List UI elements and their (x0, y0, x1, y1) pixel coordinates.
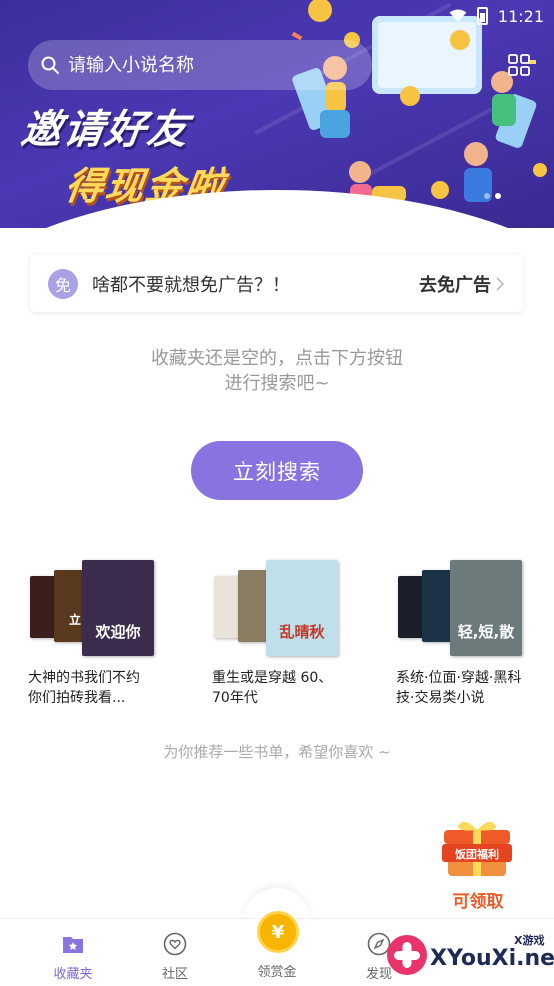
booklist-card[interactable]: 乱晴秋 重生或是穿越 60、 70年代 (212, 558, 352, 708)
search-now-button[interactable]: 立刻搜索 (191, 441, 363, 500)
heart-chat-icon (163, 932, 187, 956)
bookshelf-icon (63, 937, 83, 953)
gift-badge-text: 饭团福利 (455, 848, 499, 861)
tab-rewards[interactable]: 领赏金 (237, 961, 317, 980)
booklist-title: 大神的书我们不约 你们拍砖我看... (28, 670, 140, 706)
status-time: 11:21 (497, 6, 544, 26)
promo-banner[interactable]: 11:21 邀请好友 得现金啦 (0, 0, 554, 228)
empty-message-line1: 收藏夹还是空的，点击下方按钮 (151, 348, 403, 369)
booklist-title: 重生或是穿越 60、 70年代 (212, 670, 333, 706)
remove-ads-link[interactable]: 去免广告 (419, 271, 491, 297)
chevron-right-icon (496, 276, 505, 291)
ad-free-card[interactable]: 免 啥都不要就想免广告？！ 去免广告 (30, 255, 523, 312)
carousel-dots (484, 193, 501, 199)
banner-headline: 邀请好友 (18, 107, 193, 153)
search-icon (41, 56, 59, 74)
watermark-brand: XYouXi.net (430, 946, 554, 971)
status-bar: 11:21 (449, 4, 544, 28)
site-watermark: X游戏 XYouXi.net (384, 930, 554, 980)
yuan-coin-icon[interactable]: ¥ (257, 911, 299, 953)
empty-message-line2: 进行搜索吧~ (224, 373, 330, 394)
wifi-icon (449, 9, 467, 22)
ad-free-text: 啥都不要就想免广告？！ (92, 274, 290, 296)
booklist-covers: 乱晴秋 (212, 558, 352, 658)
recommend-caption: 为你推荐一些书单，希望你喜欢 ~ (163, 743, 391, 761)
booklist-title: 系统·位面·穿越·黑科 技·交易类小说 (396, 670, 522, 706)
ad-free-badge: 免 (48, 268, 78, 299)
search-input[interactable] (68, 54, 348, 76)
gift-claim-label: 可领取 (452, 892, 504, 912)
book-cover: 欢迎你 (82, 560, 154, 656)
gift-widget[interactable]: 饭团福利 可领取 (430, 810, 528, 912)
booklist-covers: 立 欢迎你 (28, 558, 168, 658)
booklist-card[interactable]: 立 欢迎你 大神的书我们不约 你们拍砖我看... (28, 558, 168, 708)
book-cover: 轻,短,散 (450, 560, 522, 656)
booklist-covers: 轻,短,散 (396, 558, 536, 658)
tab-community[interactable]: 社区 (135, 931, 215, 982)
tab-bookshelf[interactable]: 收藏夹 (33, 931, 113, 982)
grid-view-icon[interactable] (508, 54, 530, 76)
book-cover: 乱晴秋 (266, 560, 338, 656)
battery-icon (476, 7, 488, 25)
search-bar[interactable] (28, 40, 372, 90)
booklist-card[interactable]: 轻,短,散 系统·位面·穿越·黑科 技·交易类小说 (396, 558, 536, 708)
gamepad-logo-icon (387, 935, 427, 975)
